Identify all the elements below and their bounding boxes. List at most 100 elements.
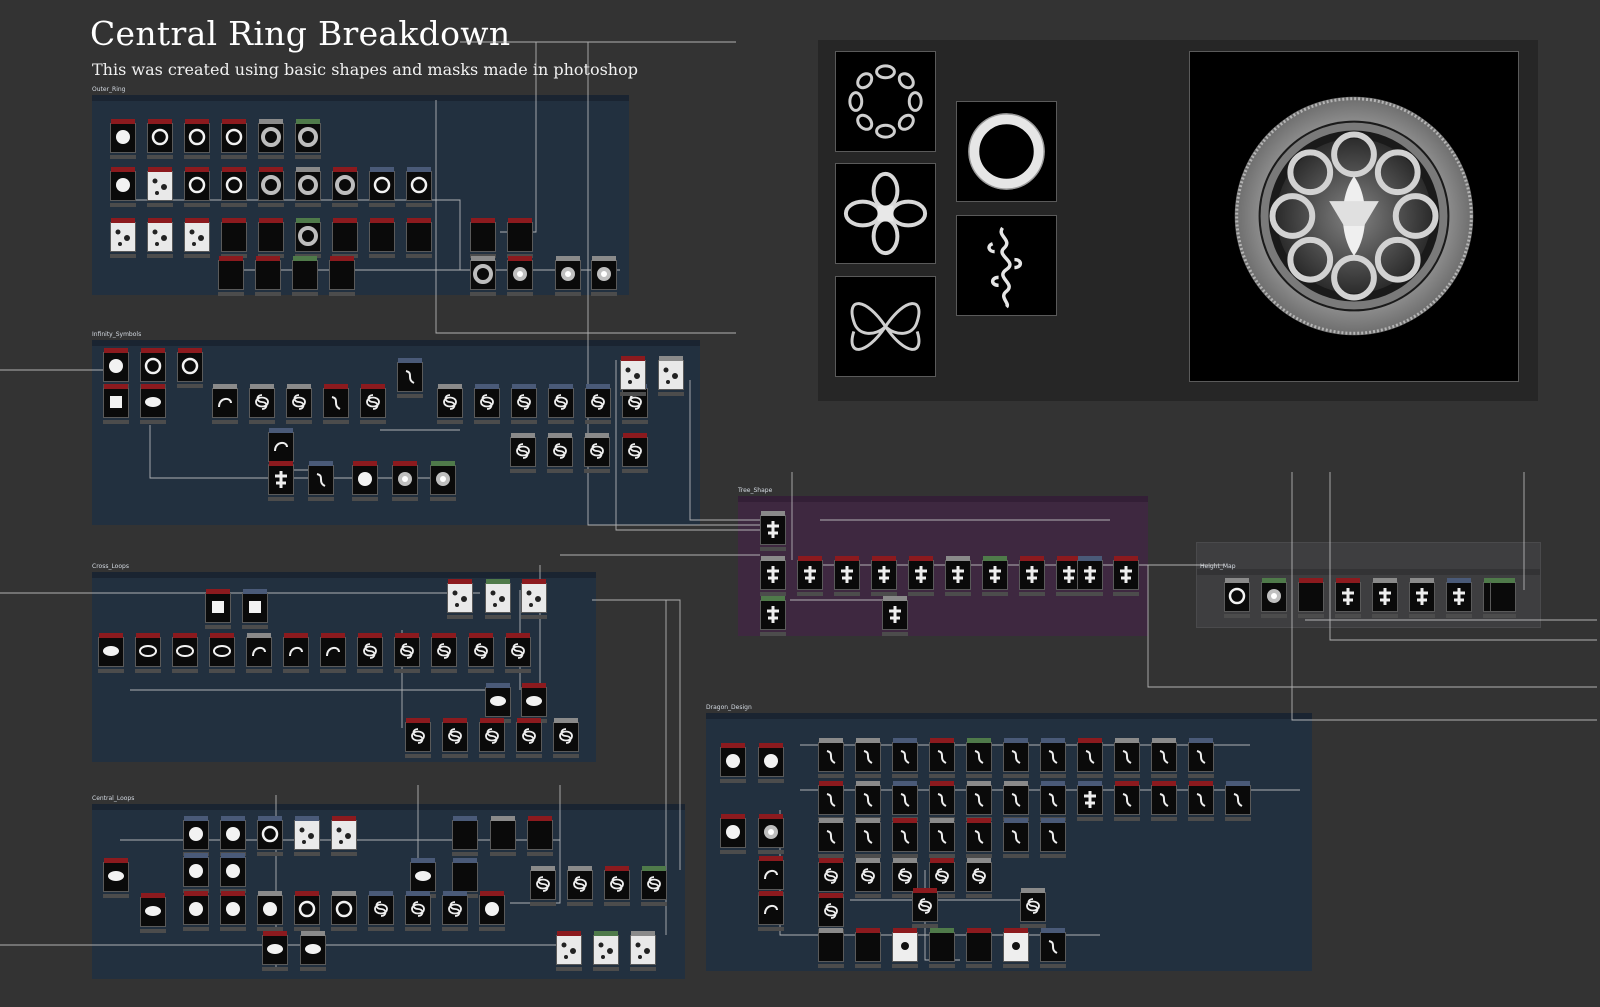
graph-node[interactable] xyxy=(295,119,321,159)
graph-node[interactable] xyxy=(507,218,533,258)
graph-node[interactable] xyxy=(468,633,494,673)
graph-node[interactable] xyxy=(331,891,357,931)
graph-node[interactable] xyxy=(882,596,908,636)
graph-node[interactable] xyxy=(410,858,436,898)
graph-node[interactable] xyxy=(140,384,166,424)
graph-node[interactable] xyxy=(892,738,918,778)
graph-node[interactable] xyxy=(966,738,992,778)
graph-node[interactable] xyxy=(308,461,334,501)
graph-node[interactable] xyxy=(1020,888,1046,928)
graph-node[interactable] xyxy=(183,891,209,931)
graph-node[interactable] xyxy=(220,816,246,856)
thumbnail-bow-loop[interactable] xyxy=(835,276,936,377)
graph-node[interactable] xyxy=(758,891,784,931)
graph-node[interactable] xyxy=(294,891,320,931)
graph-node[interactable] xyxy=(622,433,648,473)
graph-node[interactable] xyxy=(320,633,346,673)
graph-node[interactable] xyxy=(406,218,432,258)
graph-node[interactable] xyxy=(98,633,124,673)
graph-node[interactable] xyxy=(257,816,283,856)
graph-node[interactable] xyxy=(797,556,823,596)
graph-node[interactable] xyxy=(1040,781,1066,821)
graph-node[interactable] xyxy=(394,633,420,673)
graph-node[interactable] xyxy=(183,853,209,893)
graph-node[interactable] xyxy=(103,858,129,898)
graph-node[interactable] xyxy=(286,384,312,424)
graph-node[interactable] xyxy=(1114,738,1140,778)
graph-node[interactable] xyxy=(1335,578,1361,618)
graph-node[interactable] xyxy=(352,461,378,501)
graph-node[interactable] xyxy=(591,256,617,296)
graph-node[interactable] xyxy=(527,816,553,856)
graph-node[interactable] xyxy=(110,119,136,159)
graph-node[interactable] xyxy=(442,718,468,758)
graph-node[interactable] xyxy=(892,928,918,968)
graph-node[interactable] xyxy=(720,743,746,783)
graph-node[interactable] xyxy=(1261,578,1287,618)
graph-node[interactable] xyxy=(369,218,395,258)
graph-node[interactable] xyxy=(205,589,231,629)
graph-node[interactable] xyxy=(268,428,294,468)
graph-node[interactable] xyxy=(283,633,309,673)
graph-node[interactable] xyxy=(871,556,897,596)
graph-node[interactable] xyxy=(620,356,646,396)
graph-node[interactable] xyxy=(183,816,209,856)
graph-node[interactable] xyxy=(1188,781,1214,821)
graph-node[interactable] xyxy=(184,119,210,159)
graph-node[interactable] xyxy=(855,781,881,821)
graph-node[interactable] xyxy=(430,461,456,501)
graph-node[interactable] xyxy=(405,718,431,758)
graph-node[interactable] xyxy=(485,683,511,723)
graph-node[interactable] xyxy=(221,167,247,207)
graph-node[interactable] xyxy=(1003,781,1029,821)
graph-node[interactable] xyxy=(447,579,473,619)
graph-node[interactable] xyxy=(1003,818,1029,858)
frame-header[interactable] xyxy=(738,496,1148,502)
graph-node[interactable] xyxy=(360,384,386,424)
graph-node[interactable] xyxy=(818,858,844,898)
graph-node[interactable] xyxy=(521,579,547,619)
graph-node[interactable] xyxy=(892,818,918,858)
graph-node[interactable] xyxy=(1372,578,1398,618)
graph-node[interactable] xyxy=(332,167,358,207)
graph-node[interactable] xyxy=(760,556,786,596)
graph-node[interactable] xyxy=(184,167,210,207)
graph-node[interactable] xyxy=(818,781,844,821)
graph-node[interactable] xyxy=(479,891,505,931)
thumbnail-dragon[interactable] xyxy=(956,215,1057,316)
graph-node[interactable] xyxy=(406,167,432,207)
frame-header[interactable] xyxy=(92,804,685,810)
graph-node[interactable] xyxy=(892,781,918,821)
graph-node[interactable] xyxy=(585,384,611,424)
graph-node[interactable] xyxy=(221,119,247,159)
graph-node[interactable] xyxy=(1224,578,1250,618)
graph-node[interactable] xyxy=(103,384,129,424)
graph-node[interactable] xyxy=(758,743,784,783)
graph-node[interactable] xyxy=(332,218,358,258)
graph-node[interactable] xyxy=(758,814,784,854)
graph-node[interactable] xyxy=(966,858,992,898)
graph-node[interactable] xyxy=(110,218,136,258)
graph-node[interactable] xyxy=(212,384,238,424)
graph-node[interactable] xyxy=(147,119,173,159)
graph-node[interactable] xyxy=(818,738,844,778)
thumbnail-outer-ring[interactable] xyxy=(956,101,1057,202)
frame-header[interactable] xyxy=(92,95,629,101)
graph-node[interactable] xyxy=(1077,738,1103,778)
graph-node[interactable] xyxy=(1019,556,1045,596)
graph-node[interactable] xyxy=(1040,738,1066,778)
graph-node[interactable] xyxy=(982,556,1008,596)
graph-node[interactable] xyxy=(147,218,173,258)
graph-node[interactable] xyxy=(1151,781,1177,821)
graph-node[interactable] xyxy=(268,461,294,501)
graph-node[interactable] xyxy=(966,928,992,968)
graph-node[interactable] xyxy=(1151,738,1177,778)
graph-node[interactable] xyxy=(485,579,511,619)
graph-node[interactable] xyxy=(221,218,247,258)
graph-node[interactable] xyxy=(431,633,457,673)
graph-node[interactable] xyxy=(855,818,881,858)
graph-node[interactable] xyxy=(855,738,881,778)
graph-node[interactable] xyxy=(172,633,198,673)
graph-node[interactable] xyxy=(470,218,496,258)
graph-node[interactable] xyxy=(818,928,844,968)
